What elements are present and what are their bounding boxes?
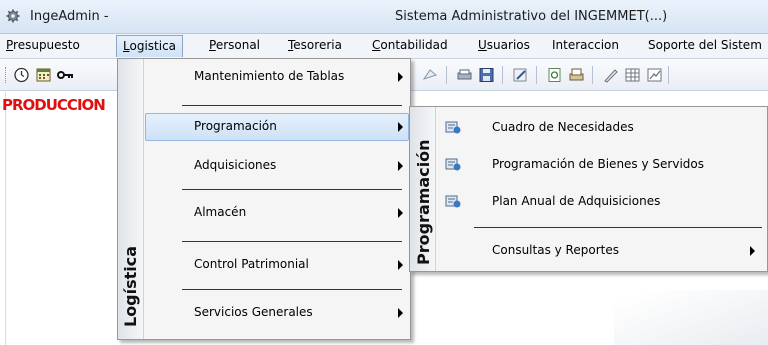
menu-label: Soporte del Sistem (648, 38, 762, 52)
toolbar-separator (446, 66, 447, 84)
grid-icon[interactable] (624, 67, 641, 83)
desktop-area (614, 290, 768, 345)
menu-interaccion[interactable]: Interaccion (552, 38, 619, 52)
menu-item-mantenimiento-de-tablas[interactable]: Mantenimiento de Tablas (145, 63, 408, 91)
title-bar: IngeAdmin - Sistema Administrativo del I… (0, 0, 768, 34)
toolbar-separator (668, 66, 669, 84)
form-icon (445, 121, 461, 134)
submenu-arrow-icon (398, 122, 403, 132)
menu-separator (182, 189, 402, 190)
menu-item-label: Consultas y Reportes (492, 243, 619, 257)
menu-band-title: Programación (414, 139, 433, 265)
toolbar-grip[interactable] (5, 67, 8, 83)
menu-item-almacen[interactable]: Almacén (145, 199, 408, 227)
left-panel-edge (0, 92, 6, 345)
toolbar-separator (536, 66, 537, 84)
clock-icon[interactable] (13, 67, 30, 83)
submenu-arrow-icon (398, 308, 403, 318)
menu-label: ogistica (129, 39, 177, 53)
menu-label: resupuesto (13, 38, 80, 52)
logistica-dropdown: Logística Mantenimiento de Tablas Progra… (117, 58, 411, 340)
menu-item-plan-anual-de-adquisiciones[interactable]: Plan Anual de Adquisiciones (437, 188, 765, 216)
window-title: Sistema Administrativo del INGEMMET(...) (395, 9, 668, 24)
production-label: PRODUCCION (2, 96, 106, 114)
menu-bar: Presupuesto Logistica Personal Tesoreria… (0, 34, 768, 59)
chart-icon[interactable] (646, 67, 663, 83)
menu-item-servicios-generales[interactable]: Servicios Generales (145, 299, 408, 327)
calendar-icon[interactable] (35, 67, 52, 83)
app-title: IngeAdmin - (30, 9, 109, 24)
menu-item-label: Mantenimiento de Tablas (194, 69, 345, 83)
submenu-arrow-icon (398, 72, 403, 82)
toolbar-separator (502, 66, 503, 84)
menu-item-control-patrimonial[interactable]: Control Patrimonial (145, 251, 408, 279)
submenu-arrow-icon (398, 208, 403, 218)
submenu-arrow-icon (750, 246, 755, 256)
menu-contabilidad[interactable]: Contabilidad (372, 38, 448, 52)
report-icon[interactable] (546, 67, 563, 83)
menu-mnemonic: P (209, 38, 216, 52)
menu-band-title: Logística (121, 245, 140, 327)
menu-label: Interaccion (552, 38, 619, 52)
menu-label: suarios (486, 38, 530, 52)
menu-item-label: Servicios Generales (194, 305, 313, 319)
menu-mnemonic: U (478, 38, 487, 52)
menu-mnemonic: P (6, 38, 14, 52)
menu-item-label: Cuadro de Necesidades (492, 120, 634, 134)
submenu-arrow-icon (398, 161, 403, 171)
menu-item-programacion-de-bienes[interactable]: Programación de Bienes y Servidos (437, 151, 765, 179)
printer-icon[interactable] (456, 67, 473, 83)
menu-item-adquisiciones[interactable]: Adquisiciones (145, 152, 408, 180)
menu-soporte[interactable]: Soporte del Sistem (648, 38, 762, 52)
menu-item-label: Programación de Bienes y Servidos (492, 157, 704, 171)
key-icon[interactable] (57, 67, 74, 83)
menu-item-label: Programación (194, 119, 277, 133)
menu-logistica[interactable]: Logistica (116, 35, 184, 57)
menu-item-label: Adquisiciones (194, 158, 277, 172)
gear-icon (6, 9, 20, 23)
menu-item-label: Plan Anual de Adquisiciones (492, 194, 661, 208)
menu-usuarios[interactable]: Usuarios (478, 38, 530, 52)
menu-separator (182, 105, 402, 106)
menu-side-band: Logística (118, 59, 144, 339)
submenu-arrow-icon (398, 260, 403, 270)
menu-item-label: Control Patrimonial (194, 257, 309, 271)
menu-separator (474, 227, 762, 228)
form-icon (445, 195, 461, 208)
menu-item-programacion[interactable]: Programación (145, 113, 409, 141)
menu-personal[interactable]: Personal (209, 38, 260, 52)
print-icon[interactable] (568, 67, 585, 83)
document-icon[interactable] (422, 67, 439, 83)
edit-icon[interactable] (512, 67, 529, 83)
menu-presupuesto[interactable]: Presupuesto (6, 38, 80, 52)
programacion-submenu: Programación Cuadro de Necesidades Progr… (409, 106, 768, 272)
menu-separator (182, 241, 402, 242)
menu-item-label: Almacén (194, 205, 247, 219)
toolbar-separator (592, 66, 593, 84)
menu-item-consultas-y-reportes[interactable]: Consultas y Reportes (437, 237, 765, 265)
menu-label: ersonal (215, 38, 261, 52)
form-icon (445, 158, 461, 171)
menu-side-band: Programación (410, 107, 436, 271)
menu-item-cuadro-de-necesidades[interactable]: Cuadro de Necesidades (437, 114, 765, 142)
menu-label: ontabilidad (380, 38, 448, 52)
menu-label: esoreria (293, 38, 342, 52)
save-icon[interactable] (478, 67, 495, 83)
pen-icon[interactable] (602, 67, 619, 83)
menu-separator (182, 289, 402, 290)
menu-tesoreria[interactable]: Tesoreria (288, 38, 342, 52)
